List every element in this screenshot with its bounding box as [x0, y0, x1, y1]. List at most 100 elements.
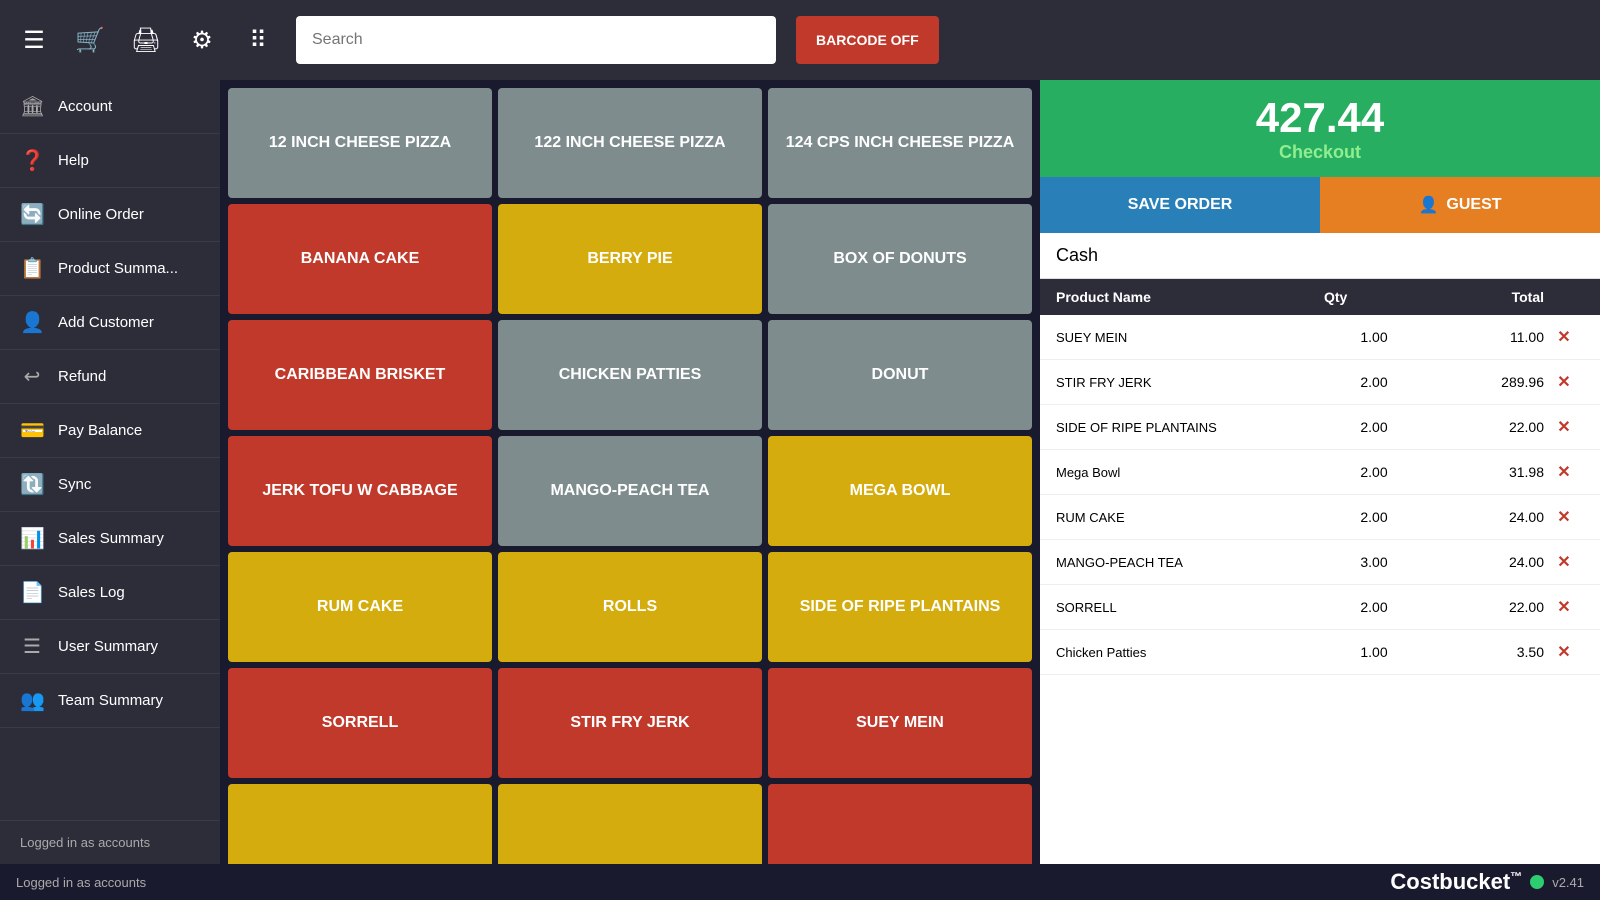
- sidebar-item-user-summary[interactable]: ☰ User Summary: [0, 620, 220, 674]
- add-customer-icon: 👤: [20, 310, 44, 335]
- payment-type: Cash: [1040, 233, 1600, 279]
- product-btn-2[interactable]: 124 CPS INCH CHEESE PIZZA: [768, 88, 1032, 198]
- product-btn-17[interactable]: SUEY MEIN: [768, 668, 1032, 778]
- guest-icon: 👤: [1418, 195, 1438, 215]
- product-btn-10[interactable]: MANGO-PEACH TEA: [498, 436, 762, 546]
- sidebar-label-sales-summary: Sales Summary: [58, 530, 164, 547]
- sidebar-item-product-summary[interactable]: 📋 Product Summa...: [0, 242, 220, 296]
- product-btn-19[interactable]: [498, 784, 762, 864]
- product-btn-11[interactable]: MEGA BOWL: [768, 436, 1032, 546]
- remove-item-button[interactable]: ✕: [1544, 597, 1584, 617]
- header-qty: Qty: [1324, 289, 1424, 305]
- sidebar-item-sales-log[interactable]: 📄 Sales Log: [0, 566, 220, 620]
- product-btn-3[interactable]: BANANA CAKE: [228, 204, 492, 314]
- order-row: SORRELL 2.00 22.00 ✕: [1040, 585, 1600, 630]
- logged-in-status: Logged in as accounts: [0, 820, 220, 864]
- order-row: Mega Bowl 2.00 31.98 ✕: [1040, 450, 1600, 495]
- total-amount: 427.44: [1060, 94, 1580, 142]
- product-btn-18[interactable]: [228, 784, 492, 864]
- order-row: RUM CAKE 2.00 24.00 ✕: [1040, 495, 1600, 540]
- order-product-name: SIDE OF RIPE PLANTAINS: [1056, 420, 1324, 435]
- remove-item-button[interactable]: ✕: [1544, 417, 1584, 437]
- product-btn-15[interactable]: SORRELL: [228, 668, 492, 778]
- order-total: 22.00: [1424, 599, 1544, 615]
- order-row: SIDE OF RIPE PLANTAINS 2.00 22.00 ✕: [1040, 405, 1600, 450]
- product-btn-13[interactable]: ROLLS: [498, 552, 762, 662]
- order-qty: 2.00: [1324, 419, 1424, 435]
- sales-summary-icon: 📊: [20, 526, 44, 551]
- order-row: SUEY MEIN 1.00 11.00 ✕: [1040, 315, 1600, 360]
- order-qty: 2.00: [1324, 464, 1424, 480]
- remove-item-button[interactable]: ✕: [1544, 552, 1584, 572]
- guest-label: GUEST: [1446, 196, 1501, 214]
- product-btn-8[interactable]: DONUT: [768, 320, 1032, 430]
- sidebar-item-add-customer[interactable]: 👤 Add Customer: [0, 296, 220, 350]
- sidebar-item-sales-summary[interactable]: 📊 Sales Summary: [0, 512, 220, 566]
- product-btn-16[interactable]: STIR FRY JERK: [498, 668, 762, 778]
- sidebar-label-sales-log: Sales Log: [58, 584, 125, 601]
- product-btn-6[interactable]: CARIBBEAN BRISKET: [228, 320, 492, 430]
- sidebar-label-refund: Refund: [58, 368, 106, 385]
- online-order-icon: 🔄: [20, 202, 44, 227]
- sidebar-item-refund[interactable]: ↩ Refund: [0, 350, 220, 404]
- sidebar-item-help[interactable]: ❓ Help: [0, 134, 220, 188]
- sidebar-label-sync: Sync: [58, 476, 91, 493]
- sidebar-item-team-summary[interactable]: 👥 Team Summary: [0, 674, 220, 728]
- sidebar-item-pay-balance[interactable]: 💳 Pay Balance: [0, 404, 220, 458]
- search-input[interactable]: [296, 16, 776, 64]
- brand-version: v2.41: [1552, 875, 1584, 890]
- sidebar-item-online-order[interactable]: 🔄 Online Order: [0, 188, 220, 242]
- product-btn-12[interactable]: RUM CAKE: [228, 552, 492, 662]
- product-btn-5[interactable]: BOX OF DONUTS: [768, 204, 1032, 314]
- product-btn-1[interactable]: 122 INCH CHEESE PIZZA: [498, 88, 762, 198]
- product-btn-4[interactable]: BERRY PIE: [498, 204, 762, 314]
- sidebar-label-account: Account: [58, 98, 112, 115]
- sidebar-label-product-summary: Product Summa...: [58, 260, 178, 277]
- product-btn-9[interactable]: JERK TOFU W CABBAGE: [228, 436, 492, 546]
- sidebar-item-account[interactable]: 🏛 Account: [0, 80, 220, 134]
- account-icon: 🏛: [20, 94, 44, 119]
- cart-icon[interactable]: 🛒: [72, 26, 108, 55]
- order-qty: 1.00: [1324, 329, 1424, 345]
- sidebar-item-sync[interactable]: 🔃 Sync: [0, 458, 220, 512]
- print-icon[interactable]: 🖨: [128, 26, 164, 55]
- sidebar-label-user-summary: User Summary: [58, 638, 158, 655]
- order-table-header: Product Name Qty Total: [1040, 279, 1600, 315]
- remove-item-button[interactable]: ✕: [1544, 327, 1584, 347]
- help-icon: ❓: [20, 148, 44, 173]
- order-product-name: Chicken Patties: [1056, 645, 1324, 660]
- order-qty: 2.00: [1324, 599, 1424, 615]
- remove-item-button[interactable]: ✕: [1544, 642, 1584, 662]
- order-product-name: SUEY MEIN: [1056, 330, 1324, 345]
- header-total: Total: [1424, 289, 1544, 305]
- save-order-button[interactable]: SAVE ORDER: [1040, 177, 1320, 233]
- order-qty: 3.00: [1324, 554, 1424, 570]
- grid-icon[interactable]: ⠿: [240, 26, 276, 55]
- product-btn-14[interactable]: SIDE OF RIPE PLANTAINS: [768, 552, 1032, 662]
- barcode-button[interactable]: BARCODE OFF: [796, 16, 939, 64]
- order-total: 24.00: [1424, 554, 1544, 570]
- bottom-logged-in: Logged in as accounts: [16, 875, 146, 890]
- pay-balance-icon: 💳: [20, 418, 44, 443]
- refund-icon: ↩: [20, 364, 44, 389]
- remove-item-button[interactable]: ✕: [1544, 507, 1584, 527]
- total-bar: 427.44 Checkout: [1040, 80, 1600, 177]
- remove-item-button[interactable]: ✕: [1544, 462, 1584, 482]
- order-product-name: STIR FRY JERK: [1056, 375, 1324, 390]
- checkout-label: Checkout: [1060, 142, 1580, 163]
- product-btn-20[interactable]: [768, 784, 1032, 864]
- top-bar: ☰ 🛒 🖨 ⚙ ⠿ BARCODE OFF: [0, 0, 1600, 80]
- brand-name: Costbucket™: [1390, 869, 1522, 895]
- sidebar-label-add-customer: Add Customer: [58, 314, 154, 331]
- order-total: 289.96: [1424, 374, 1544, 390]
- remove-item-button[interactable]: ✕: [1544, 372, 1584, 392]
- order-row: STIR FRY JERK 2.00 289.96 ✕: [1040, 360, 1600, 405]
- order-product-name: RUM CAKE: [1056, 510, 1324, 525]
- product-btn-0[interactable]: 12 INCH CHEESE PIZZA: [228, 88, 492, 198]
- product-btn-7[interactable]: CHICKEN PATTIES: [498, 320, 762, 430]
- sidebar-label-pay-balance: Pay Balance: [58, 422, 142, 439]
- hamburger-icon[interactable]: ☰: [16, 26, 52, 55]
- product-grid: 12 INCH CHEESE PIZZA122 INCH CHEESE PIZZ…: [220, 80, 1040, 864]
- guest-button[interactable]: 👤 GUEST: [1320, 177, 1600, 233]
- settings-icon[interactable]: ⚙: [184, 26, 220, 55]
